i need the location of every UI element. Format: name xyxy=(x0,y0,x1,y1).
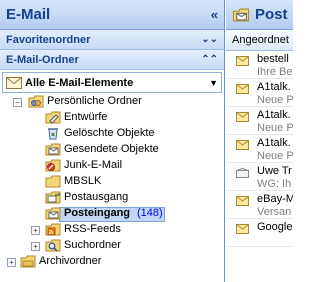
chevron-up-double-icon[interactable]: ⌃⌃ xyxy=(201,54,218,65)
navigation-pane-header: E-Mail « xyxy=(0,0,224,30)
collapse-pane-icon[interactable]: « xyxy=(211,7,218,22)
message-sender: bestell xyxy=(257,53,289,65)
all-mail-items-dropdown[interactable]: Alle E-Mail-Elemente ▼ xyxy=(2,72,222,93)
tree-item-label: Persönliche Ordner xyxy=(47,95,142,107)
message-sender: A1talk. xyxy=(257,109,291,121)
tree-item-mbslk[interactable]: MBSLK xyxy=(0,174,224,190)
envelope-icon xyxy=(236,196,249,206)
tree-item-rss-feeds[interactable]: + RSS-Feeds xyxy=(0,222,224,238)
message-item[interactable]: eBay-M Versan xyxy=(226,191,293,219)
chevron-down-double-icon[interactable]: ⌄⌄ xyxy=(201,34,218,45)
message-item[interactable]: Uwe Tr WG: Ih xyxy=(226,163,293,191)
unread-count-badge: (148) xyxy=(137,207,163,219)
tree-item-sent-items[interactable]: Gesendete Objekte xyxy=(0,142,224,158)
message-subject: Versan xyxy=(257,206,292,218)
dropdown-arrow-icon[interactable]: ▼ xyxy=(209,78,218,88)
folder-icon xyxy=(45,175,61,188)
message-item[interactable]: A1talk. Neue P xyxy=(226,79,293,107)
collapse-toggle-icon[interactable]: − xyxy=(13,98,22,107)
tree-item-label: Gesendete Objekte xyxy=(64,143,159,155)
tree-item-label: Entwürfe xyxy=(64,111,108,123)
archive-folder-icon xyxy=(20,255,36,268)
tree-item-junk-mail[interactable]: Junk-E-Mail xyxy=(0,158,224,174)
envelope-icon xyxy=(236,140,249,150)
message-subject: WG: Ih xyxy=(257,178,292,190)
inbox-icon xyxy=(45,207,61,220)
message-sender: Uwe Tr xyxy=(257,165,292,177)
tree-item-label: MBSLK xyxy=(64,175,102,187)
message-item[interactable]: bestell Ihre Be xyxy=(226,51,293,79)
message-subject: Neue P xyxy=(257,150,293,162)
tree-item-search-folders[interactable]: + Suchordner xyxy=(0,238,224,254)
deleted-items-icon xyxy=(48,128,58,140)
message-list-pane: Post Angeordnet bestell Ihre Be A1talk. … xyxy=(226,0,293,282)
envelope-icon xyxy=(236,224,249,234)
search-folder-icon xyxy=(45,239,61,252)
expand-toggle-icon[interactable]: + xyxy=(7,258,16,267)
drafts-icon xyxy=(45,111,61,124)
message-subject: Ihre Be xyxy=(257,66,293,78)
tree-item-label: Suchordner xyxy=(64,239,121,251)
sent-items-icon xyxy=(45,143,61,156)
mail-folders-section-header[interactable]: E-Mail-Ordner ⌃⌃ xyxy=(0,50,224,70)
mail-folders-title: E-Mail-Ordner xyxy=(6,53,79,66)
envelope-open-icon xyxy=(236,168,249,178)
folder-tree: − Persönliche Ordner Entwürfe Gelöschte … xyxy=(0,94,224,270)
arrange-by-label: Angeordnet xyxy=(232,34,289,46)
message-sender: eBay-M xyxy=(257,193,293,205)
inbox-folder-icon xyxy=(232,8,250,21)
all-mail-items-label: Alle E-Mail-Elemente xyxy=(25,76,134,89)
message-list-title: Post xyxy=(255,6,288,23)
tree-item-label: Gelöschte Objekte xyxy=(64,127,155,139)
expand-toggle-icon[interactable]: + xyxy=(31,226,40,235)
expand-toggle-icon[interactable]: + xyxy=(31,242,40,251)
message-subject: Neue P xyxy=(257,122,293,134)
tree-item-outbox[interactable]: Postausgang xyxy=(0,190,224,206)
message-item[interactable]: A1talk. Neue P xyxy=(226,135,293,163)
envelope-icon xyxy=(6,76,22,89)
tree-item-inbox[interactable]: Posteingang (148) xyxy=(0,206,224,222)
tree-item-label: RSS-Feeds xyxy=(64,223,121,235)
tree-item-archive-folders[interactable]: + Archivordner xyxy=(0,254,224,270)
tree-item-label: Postausgang xyxy=(64,191,129,203)
rss-icon xyxy=(45,223,61,236)
tree-item-deleted-items[interactable]: Gelöschte Objekte xyxy=(0,126,224,142)
message-item[interactable]: A1talk. Neue P xyxy=(226,107,293,135)
favorites-section-header[interactable]: Favoritenordner ⌄⌄ xyxy=(0,30,224,50)
message-sender: A1talk. xyxy=(257,81,291,93)
message-subject: Neue P xyxy=(257,94,293,106)
message-item[interactable]: Google xyxy=(226,219,293,247)
arrange-by-header[interactable]: Angeordnet xyxy=(226,30,293,51)
message-list-header: Post xyxy=(226,0,293,30)
envelope-icon xyxy=(236,112,249,122)
navigation-pane: E-Mail « Favoritenordner ⌄⌄ E-Mail-Ordne… xyxy=(0,0,225,282)
outbox-icon xyxy=(45,191,61,204)
tree-item-label: Posteingang xyxy=(64,207,131,219)
pane-title: E-Mail xyxy=(6,6,51,23)
envelope-icon xyxy=(236,56,249,66)
tree-item-label: Junk-E-Mail xyxy=(64,159,123,171)
message-sender: Google xyxy=(257,221,293,233)
personal-folders-icon xyxy=(28,95,44,108)
favorites-title: Favoritenordner xyxy=(6,33,91,46)
tree-item-personal-folders[interactable]: − Persönliche Ordner xyxy=(0,94,224,110)
tree-item-label: Archivordner xyxy=(39,255,102,267)
message-sender: A1talk. xyxy=(257,137,291,149)
junk-mail-icon xyxy=(45,159,61,172)
envelope-icon xyxy=(236,84,249,94)
tree-item-drafts[interactable]: Entwürfe xyxy=(0,110,224,126)
